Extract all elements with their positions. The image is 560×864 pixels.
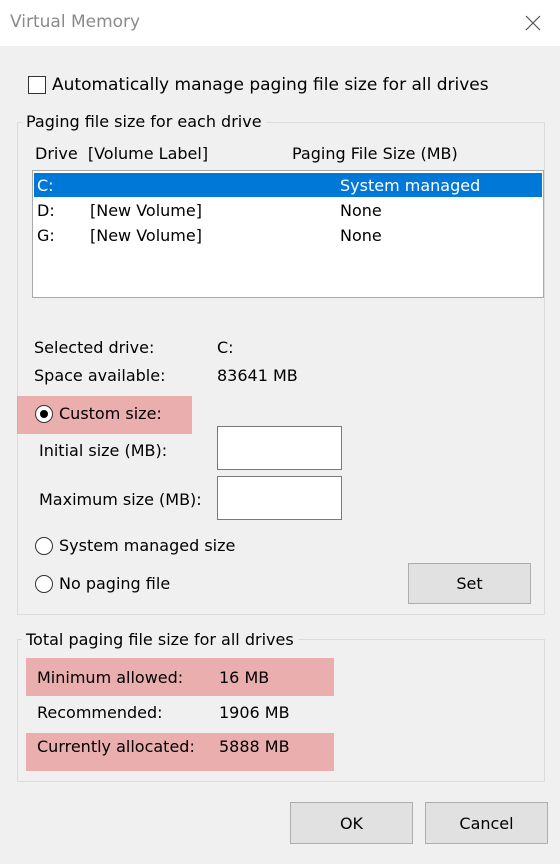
minimum-allowed-value: 16 MB: [219, 668, 270, 687]
minimum-allowed-label: Minimum allowed:: [37, 668, 184, 687]
drive-row-c[interactable]: C: System managed: [34, 173, 542, 197]
auto-manage-label: Automatically manage paging file size fo…: [52, 75, 489, 95]
drive-volume-label: [New Volume]: [90, 226, 202, 245]
drive-row-d[interactable]: D: [New Volume] None: [34, 198, 542, 222]
drive-row-g[interactable]: G: [New Volume] None: [34, 223, 542, 247]
drive-paging-size: None: [340, 226, 382, 245]
close-button[interactable]: [516, 8, 550, 38]
no-paging-radio[interactable]: [35, 574, 53, 593]
title-bar: Virtual Memory: [0, 0, 560, 46]
cancel-button[interactable]: Cancel: [425, 802, 548, 844]
auto-manage-checkbox-row[interactable]: Automatically manage paging file size fo…: [28, 75, 489, 95]
drive-letter: C:: [37, 176, 54, 195]
virtual-memory-dialog: Virtual Memory Automatically manage pagi…: [0, 0, 560, 864]
ok-button[interactable]: OK: [290, 802, 413, 844]
drive-volume-label: [New Volume]: [90, 201, 202, 220]
drive-letter: D:: [37, 201, 55, 220]
radio-selected-dot: [40, 409, 48, 418]
drive-paging-size: None: [340, 201, 382, 220]
system-managed-radio[interactable]: [35, 536, 53, 555]
total-paging-group-title: Total paging file size for all drives: [22, 630, 298, 649]
recommended-value: 1906 MB: [219, 703, 290, 722]
space-available-value: 83641 MB: [217, 366, 298, 385]
no-paging-label: No paging file: [59, 574, 171, 593]
currently-allocated-label: Currently allocated:: [37, 737, 195, 756]
maximum-size-input[interactable]: [217, 476, 342, 520]
selected-drive-value: C:: [217, 338, 234, 357]
auto-manage-checkbox[interactable]: [28, 76, 46, 94]
close-icon: [525, 15, 541, 31]
no-paging-radio-row[interactable]: No paging file: [35, 574, 170, 593]
initial-size-input[interactable]: [217, 426, 342, 470]
drive-paging-size: System managed: [340, 176, 481, 195]
window-title: Virtual Memory: [10, 12, 141, 32]
column-header-size: Paging File Size (MB): [292, 144, 458, 163]
system-managed-label: System managed size: [59, 536, 236, 555]
system-managed-radio-row[interactable]: System managed size: [35, 536, 235, 555]
space-available-label: Space available:: [34, 366, 166, 385]
custom-size-label: Custom size:: [59, 404, 162, 423]
drive-list[interactable]: C: System managed D: [New Volume] None G…: [32, 170, 544, 298]
selected-drive-label: Selected drive:: [34, 338, 155, 357]
custom-size-radio[interactable]: [35, 404, 53, 423]
initial-size-label: Initial size (MB):: [39, 441, 168, 460]
maximum-size-label: Maximum size (MB):: [39, 490, 202, 509]
drive-letter: G:: [37, 226, 55, 245]
column-header-drive: Drive [Volume Label]: [35, 144, 209, 163]
currently-allocated-value: 5888 MB: [219, 737, 290, 756]
recommended-label: Recommended:: [37, 703, 163, 722]
custom-size-radio-row[interactable]: Custom size:: [35, 404, 162, 423]
set-button[interactable]: Set: [408, 563, 531, 604]
paging-file-group-title: Paging file size for each drive: [22, 112, 266, 131]
